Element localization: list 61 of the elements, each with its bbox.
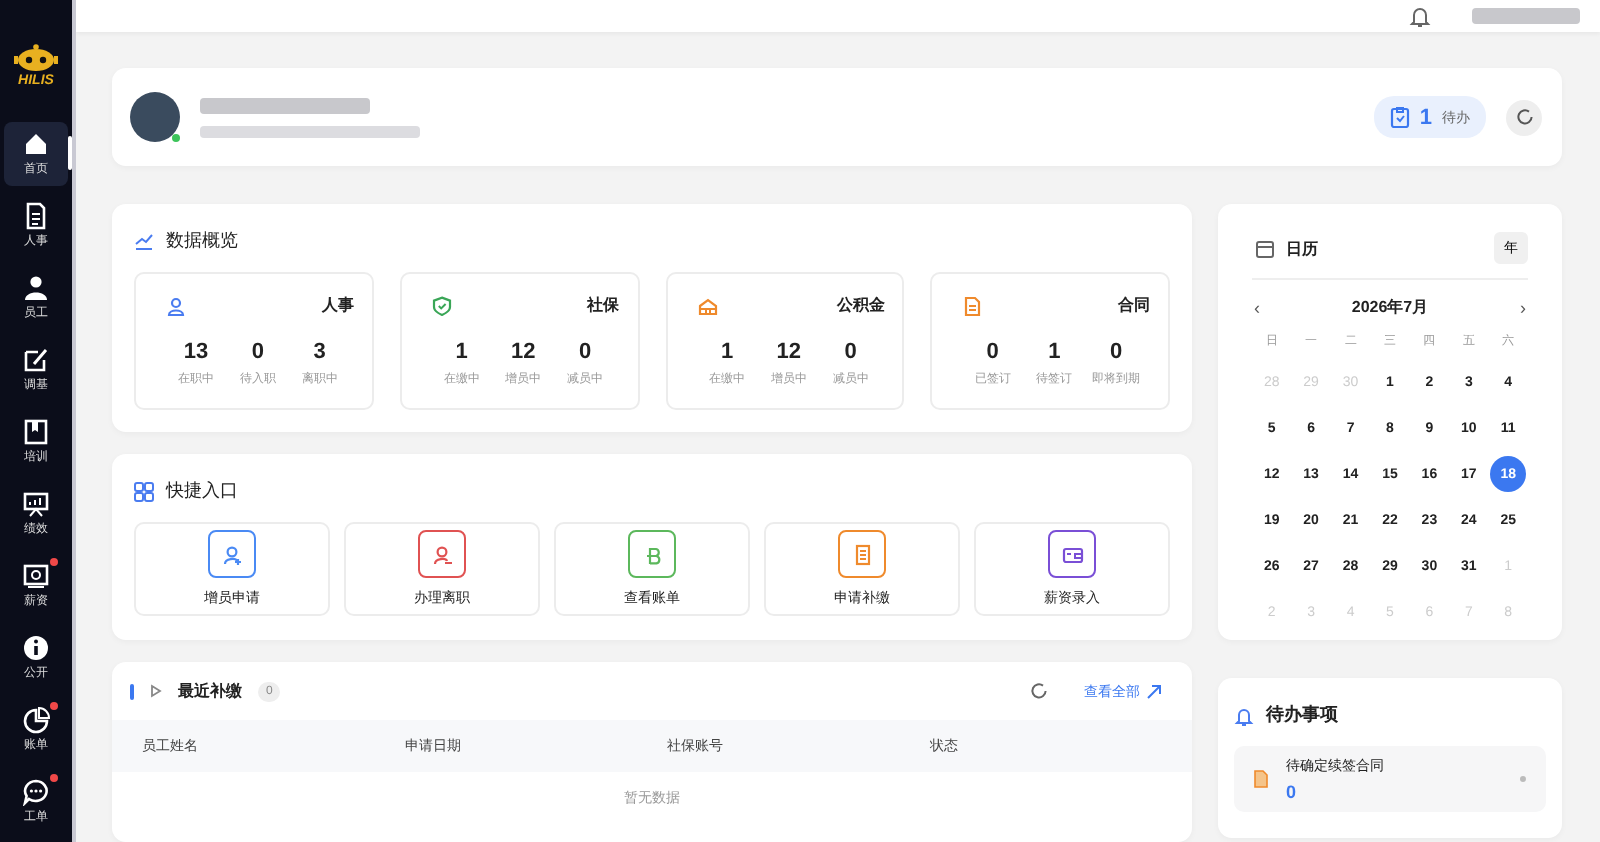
edit-icon bbox=[22, 346, 50, 374]
document-icon bbox=[962, 295, 983, 315]
currency-icon bbox=[641, 543, 663, 565]
section-title: 待办事项 bbox=[1266, 702, 1338, 728]
refresh-button[interactable] bbox=[1506, 99, 1542, 135]
section-title: 最近补缴 bbox=[178, 680, 242, 702]
stat-title: 公积金 bbox=[836, 294, 885, 316]
metric-value: 12 bbox=[511, 340, 536, 364]
stat-title: 社保 bbox=[587, 294, 619, 316]
document-icon bbox=[22, 202, 50, 230]
metric-value: 1 bbox=[455, 340, 468, 364]
metric-value: 0 bbox=[844, 340, 857, 364]
previous-month-button[interactable]: ‹ bbox=[1252, 297, 1262, 317]
wallet-icon bbox=[22, 562, 50, 590]
home-icon bbox=[22, 130, 50, 158]
metric-value: 0 bbox=[251, 340, 264, 364]
trend-chart-icon bbox=[134, 232, 154, 250]
presentation-icon bbox=[22, 490, 50, 518]
info-icon bbox=[22, 634, 50, 662]
active-indicator bbox=[68, 136, 72, 170]
section-title: 日历 bbox=[1286, 237, 1318, 259]
remove-person-icon bbox=[431, 543, 453, 565]
bell-icon bbox=[1234, 705, 1254, 725]
metric-value: 3 bbox=[313, 340, 326, 364]
bell-icon[interactable] bbox=[1408, 4, 1432, 28]
document-icon bbox=[1254, 770, 1268, 788]
robot-logo-icon bbox=[12, 44, 60, 72]
house-icon bbox=[697, 295, 717, 315]
calendar-icon bbox=[1256, 239, 1274, 257]
stat-title: 人事 bbox=[321, 294, 354, 316]
refresh-icon bbox=[1515, 108, 1533, 126]
grid-icon bbox=[134, 481, 154, 501]
person-icon bbox=[166, 295, 186, 315]
wallet-icon bbox=[1061, 543, 1083, 565]
metric-value: 0 bbox=[1109, 340, 1123, 364]
add-person-icon bbox=[221, 543, 243, 565]
clipboard-icon bbox=[1389, 106, 1410, 128]
avatar bbox=[130, 92, 180, 142]
next-month-button[interactable]: › bbox=[1518, 297, 1528, 317]
metric-value: 0 bbox=[986, 340, 999, 364]
metric-value: 13 bbox=[183, 340, 209, 364]
month-title: 2026年7月 bbox=[1351, 296, 1429, 318]
pie-chart-icon bbox=[22, 706, 50, 734]
section-title: 快捷入口 bbox=[166, 478, 238, 504]
todo-count: 0 bbox=[1286, 782, 1299, 802]
metric-value: 1 bbox=[1048, 340, 1061, 364]
metric-value: 0 bbox=[578, 340, 592, 364]
refresh-icon[interactable] bbox=[1030, 682, 1048, 700]
play-icon bbox=[150, 684, 162, 698]
list-document-icon bbox=[851, 543, 873, 565]
book-icon bbox=[22, 418, 50, 446]
shield-icon bbox=[431, 295, 452, 315]
metric-value: 1 bbox=[720, 340, 734, 364]
arrow-up-right-icon bbox=[1146, 683, 1162, 699]
blurred-user-name bbox=[1472, 8, 1580, 24]
dot-icon bbox=[1520, 776, 1526, 782]
person-icon bbox=[22, 274, 50, 302]
stat-title: 合同 bbox=[1118, 294, 1150, 316]
chat-bubble-icon bbox=[22, 778, 50, 806]
section-title: 数据概览 bbox=[166, 228, 238, 254]
metric-value: 12 bbox=[776, 340, 801, 364]
